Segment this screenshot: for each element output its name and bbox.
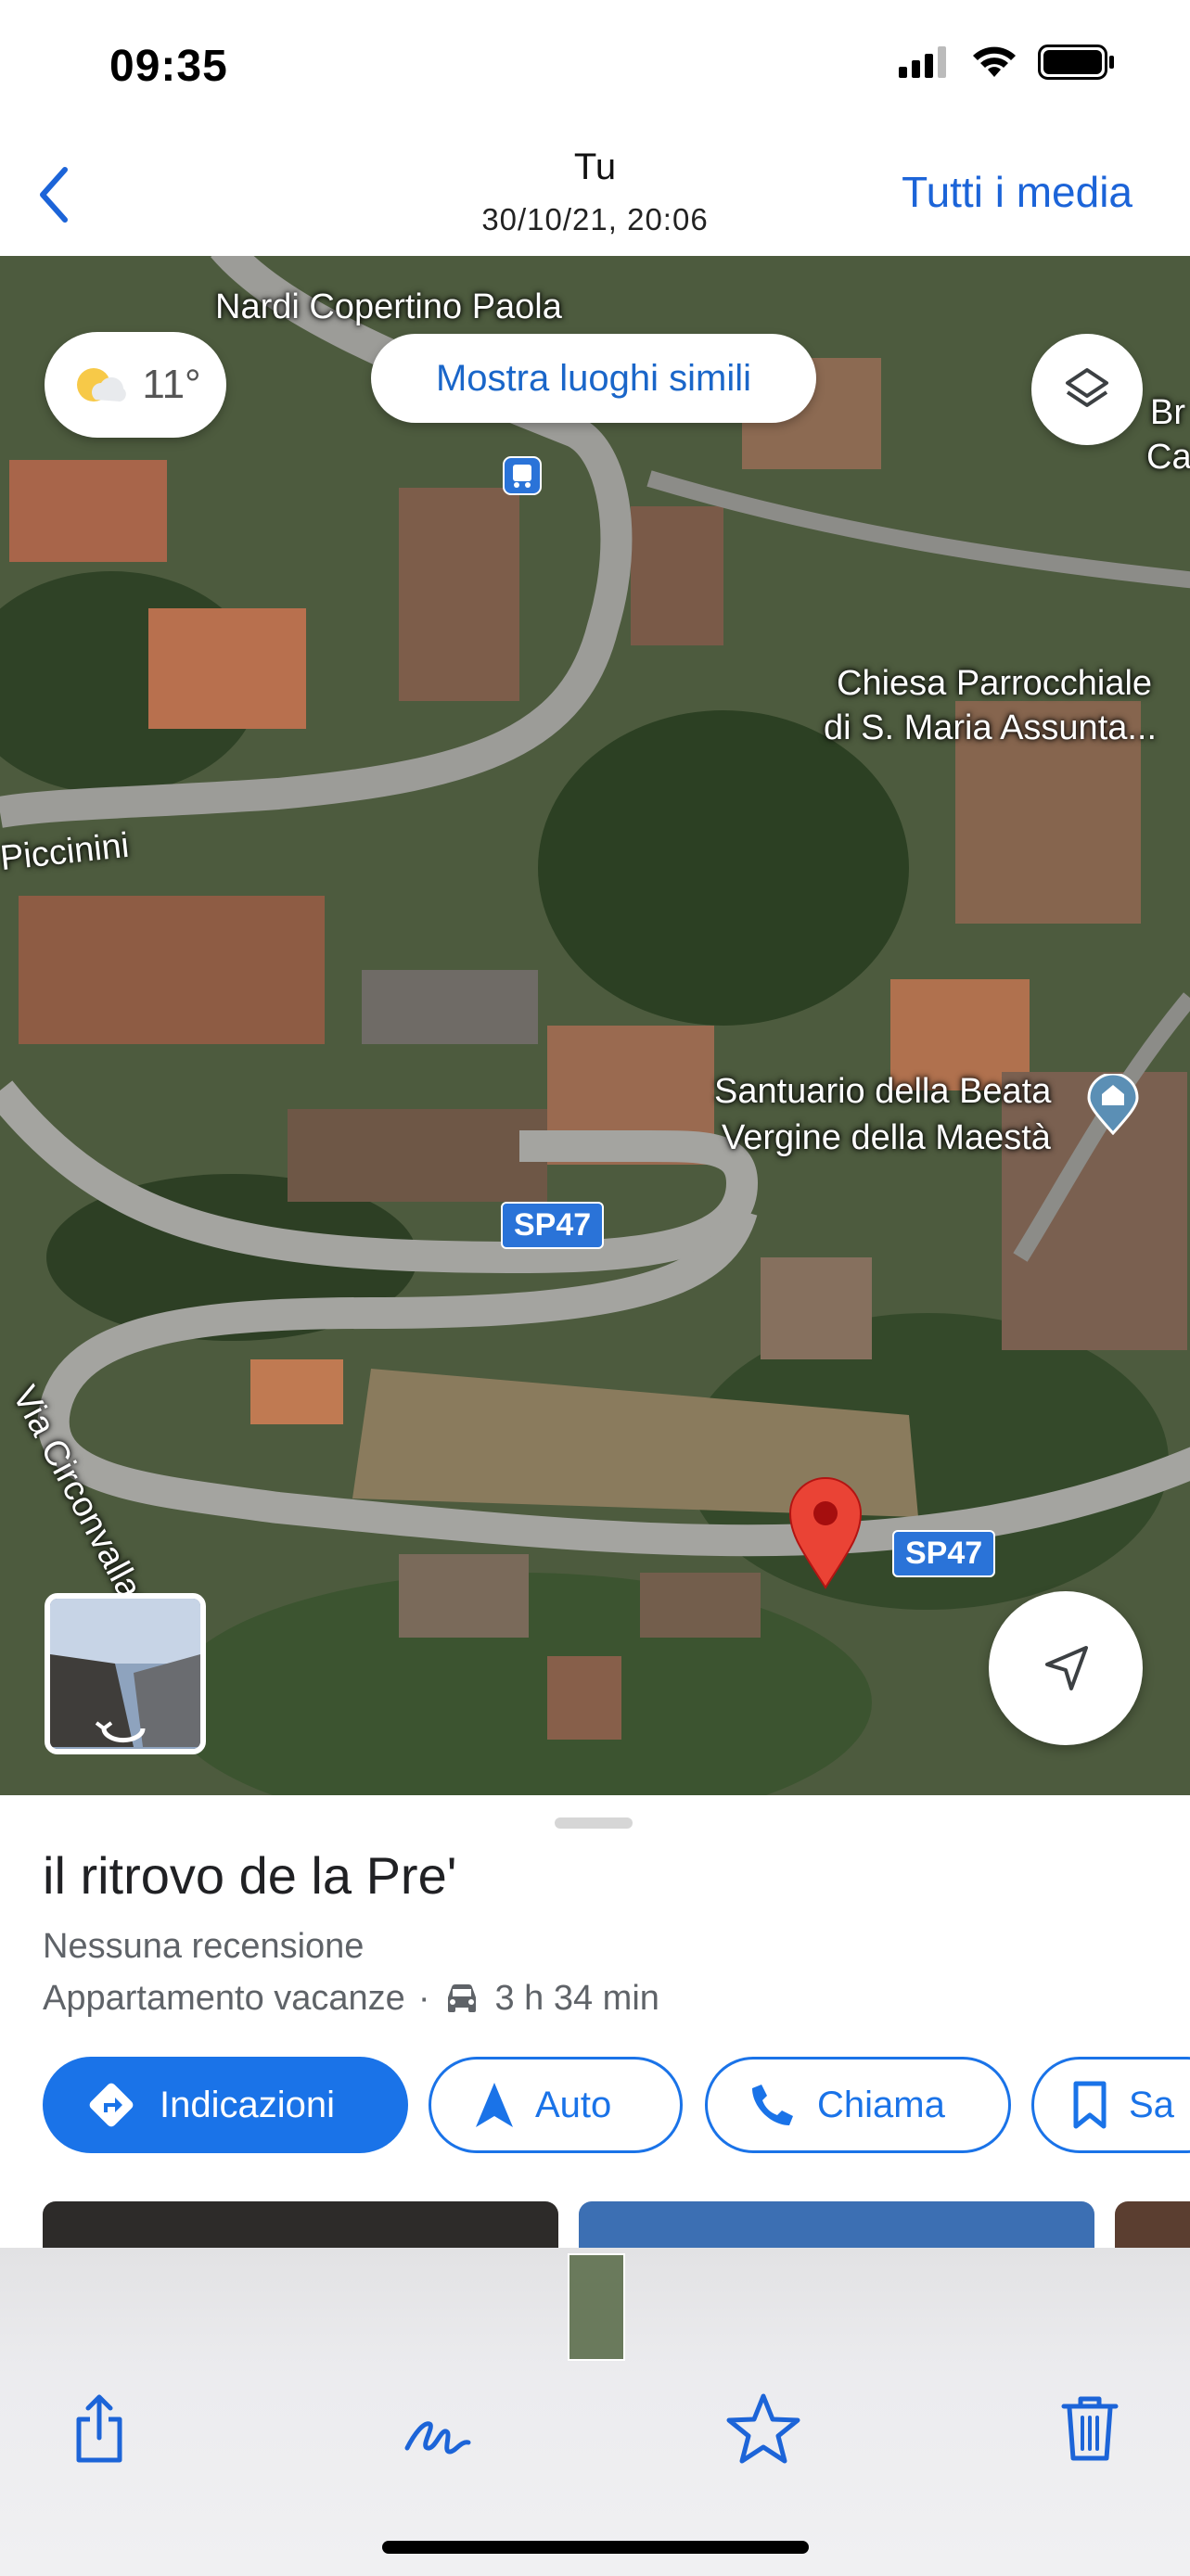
street-view-thumbnail[interactable] bbox=[45, 1593, 206, 1754]
satellite-map-image bbox=[0, 256, 1190, 1795]
place-meta-row: Appartamento vacanze · 3 h 34 min bbox=[43, 1979, 659, 2019]
directions-icon bbox=[89, 2083, 134, 2127]
edge-label-ca: Ca bbox=[1146, 438, 1190, 477]
location-pin-icon[interactable] bbox=[787, 1476, 864, 1591]
status-bar: 09:35 bbox=[0, 0, 1190, 130]
delete-button[interactable] bbox=[1039, 2378, 1141, 2480]
road-badge-sp47-south: SP47 bbox=[892, 1530, 996, 1577]
filmstrip-thumbnail[interactable] bbox=[568, 2253, 625, 2361]
place-category: Appartamento vacanze bbox=[43, 1979, 405, 2018]
show-similar-places-button[interactable]: Mostra luoghi simili bbox=[371, 334, 816, 423]
partly-cloudy-icon bbox=[77, 368, 127, 402]
battery-icon bbox=[1038, 45, 1114, 80]
home-indicator[interactable] bbox=[382, 2541, 809, 2554]
layers-icon bbox=[1066, 368, 1108, 407]
trash-icon bbox=[1061, 2396, 1119, 2461]
call-label: Chiama bbox=[817, 2084, 945, 2125]
auto-label: Auto bbox=[535, 2084, 612, 2125]
cellular-signal-icon bbox=[899, 46, 946, 78]
car-icon bbox=[448, 1983, 477, 2012]
poi-label-nardi[interactable]: Nardi Copertino Paola bbox=[215, 287, 562, 327]
poi-label-chiesa-line2[interactable]: di S. Maria Assunta... bbox=[824, 708, 1157, 748]
save-button[interactable]: Sa bbox=[1031, 2057, 1190, 2153]
poi-label-santuario-line1[interactable]: Santuario della Beata bbox=[714, 1072, 1051, 1112]
navigation-triangle-icon bbox=[476, 2083, 513, 2127]
weather-temperature: 11° bbox=[142, 362, 201, 407]
place-reviews: Nessuna recensione bbox=[43, 1927, 365, 1966]
markup-pen-icon bbox=[404, 2421, 471, 2455]
navigation-arrow-icon bbox=[1045, 1646, 1088, 1690]
poi-label-chiesa-line1[interactable]: Chiesa Parrocchiale bbox=[837, 664, 1152, 704]
markup-button[interactable] bbox=[388, 2378, 490, 2480]
all-media-button[interactable]: Tutti i media bbox=[902, 167, 1132, 217]
place-title: il ritrovo de la Pre' bbox=[43, 1846, 457, 1905]
poi-label-santuario-line2[interactable]: Vergine della Maestà bbox=[722, 1118, 1051, 1158]
status-time: 09:35 bbox=[109, 42, 228, 91]
road-badge-sp47-north: SP47 bbox=[501, 1202, 605, 1249]
favorite-button[interactable] bbox=[712, 2378, 814, 2480]
map-view[interactable]: Nardi Copertino Paola Chiesa Parrocchial… bbox=[0, 256, 1190, 1795]
bookmark-icon bbox=[1073, 2081, 1107, 2129]
edge-label-br: Br bbox=[1150, 393, 1185, 432]
star-icon bbox=[726, 2393, 800, 2464]
my-location-button[interactable] bbox=[989, 1591, 1143, 1745]
church-poi-icon[interactable] bbox=[1087, 1074, 1139, 1135]
photos-bottom-toolbar bbox=[0, 2248, 1190, 2576]
street-view-image bbox=[50, 1599, 200, 1749]
call-button[interactable]: Chiama bbox=[705, 2057, 1011, 2153]
place-info-sheet[interactable]: il ritrovo de la Pre' Nessuna recensione… bbox=[0, 1795, 1190, 2257]
wifi-icon bbox=[973, 46, 1016, 77]
bus-stop-icon[interactable] bbox=[503, 456, 542, 495]
drive-time: 3 h 34 min bbox=[494, 1979, 659, 2018]
status-icons bbox=[899, 45, 1116, 80]
share-icon bbox=[76, 2394, 122, 2463]
map-layers-button[interactable] bbox=[1031, 334, 1143, 445]
phone-icon bbox=[752, 2085, 793, 2125]
auto-button[interactable]: Auto bbox=[429, 2057, 683, 2153]
share-button[interactable] bbox=[48, 2378, 150, 2480]
sheet-drag-handle[interactable] bbox=[555, 1817, 633, 1829]
directions-label: Indicazioni bbox=[160, 2084, 336, 2125]
directions-button[interactable]: Indicazioni bbox=[43, 2057, 408, 2153]
save-label: Sa bbox=[1129, 2084, 1174, 2125]
photos-nav-bar: Tu 30/10/21, 20:06 Tutti i media bbox=[0, 130, 1190, 257]
weather-chip[interactable]: 11° bbox=[45, 332, 226, 438]
meta-separator: · bbox=[417, 1979, 430, 2018]
